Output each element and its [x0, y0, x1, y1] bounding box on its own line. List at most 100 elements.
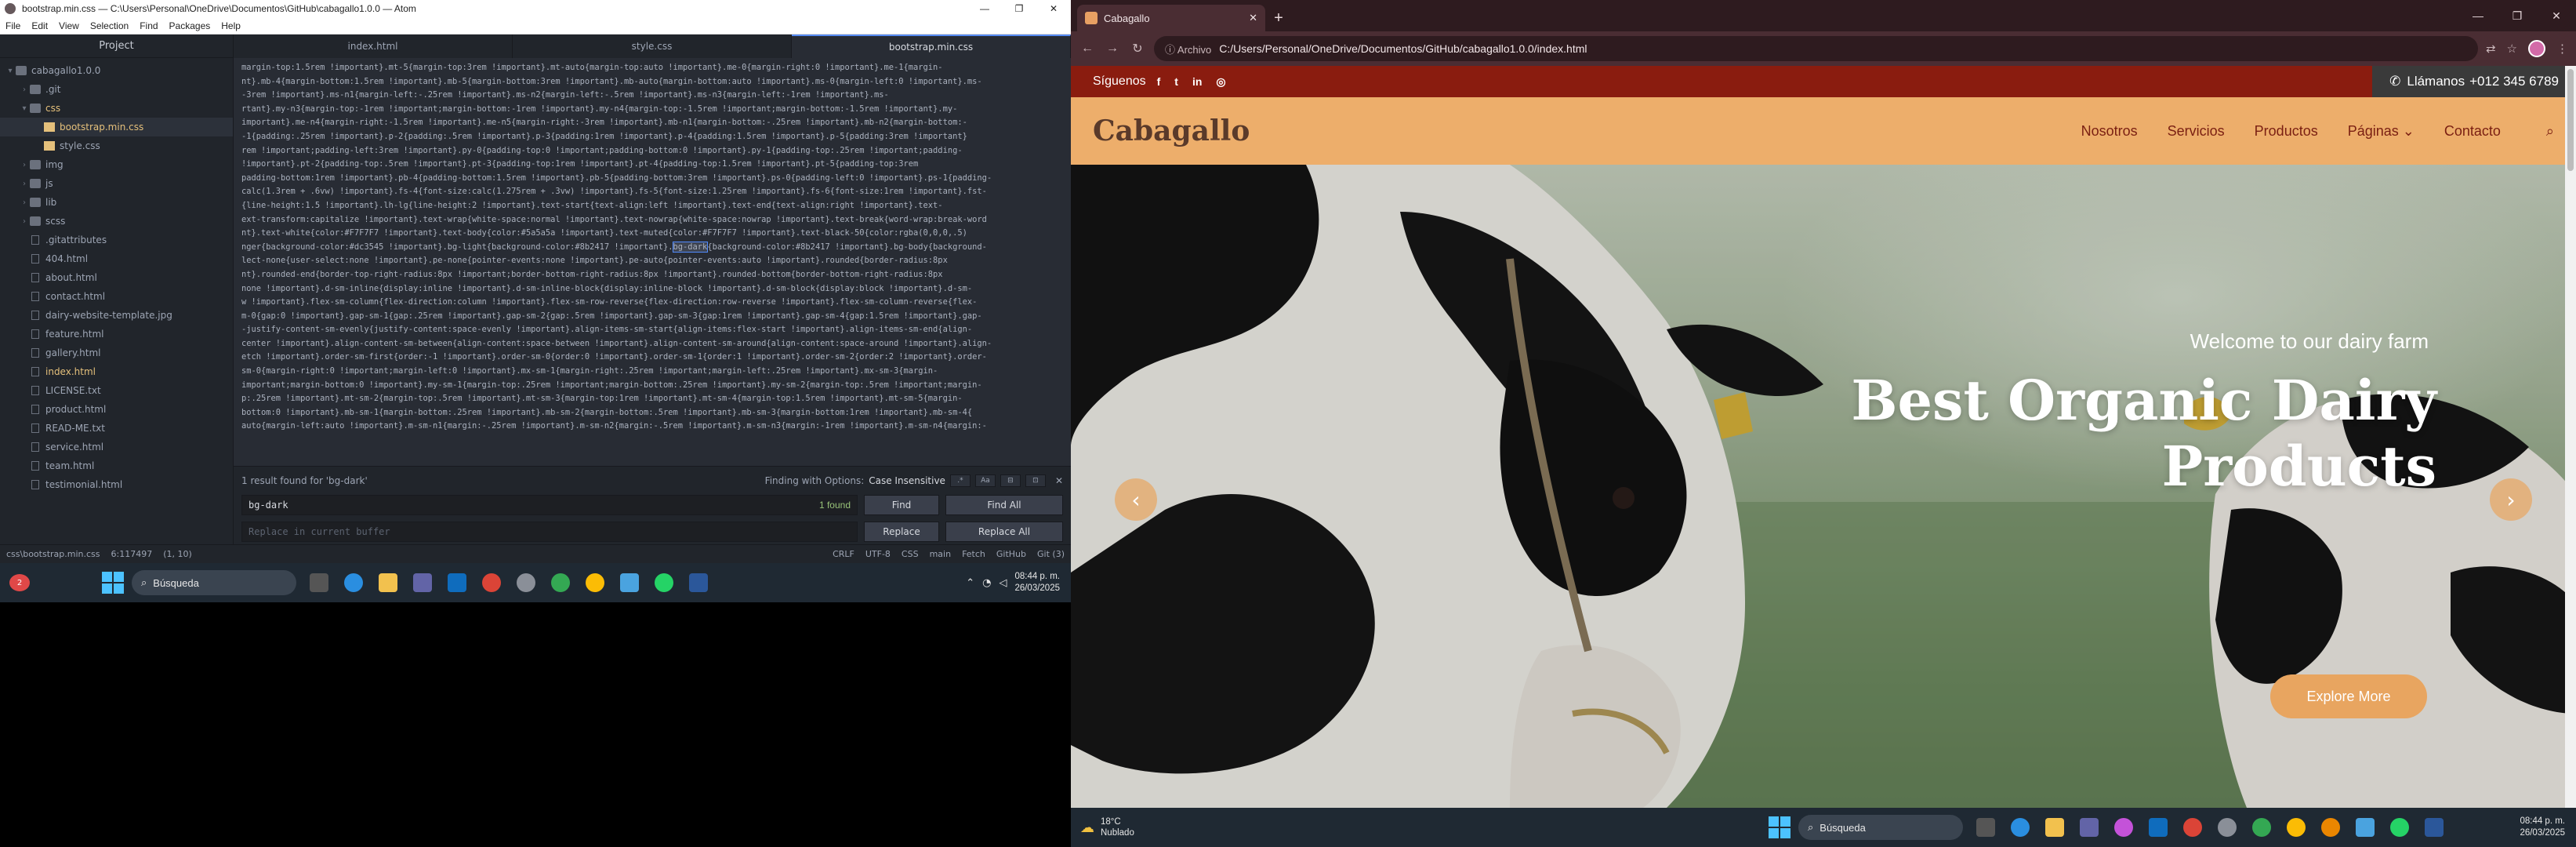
nav-contacto[interactable]: Contacto [2444, 123, 2501, 140]
menu-find[interactable]: Find [134, 20, 163, 31]
code-editor[interactable]: margin-top:1.5rem !important}.mt-5{margi… [234, 58, 1071, 466]
carousel-next-icon[interactable]: › [2490, 478, 2532, 521]
edge-icon[interactable] [339, 568, 368, 598]
menu-help[interactable]: Help [216, 20, 246, 31]
file-explorer-icon[interactable] [373, 568, 403, 598]
bookmark-star-icon[interactable]: ☆ [2507, 42, 2517, 56]
back-icon[interactable]: ← [1079, 42, 1096, 56]
site-search-icon[interactable]: ⌕ [2546, 123, 2554, 140]
chrome-icon[interactable] [2178, 812, 2208, 842]
site-brand[interactable]: Cabagallo [1093, 115, 1250, 147]
status-line-ending[interactable]: CRLF [833, 549, 854, 559]
facebook-icon[interactable]: f [1157, 75, 1161, 89]
tree-file[interactable]: contact.html [0, 287, 233, 306]
word-icon[interactable] [684, 568, 713, 598]
tree-file[interactable]: LICENSE.txt [0, 381, 233, 400]
tree-file[interactable]: team.html [0, 456, 233, 475]
taskbar-search[interactable]: ⌕ Búsqueda [1798, 815, 1963, 840]
windows-start-icon[interactable] [1769, 816, 1791, 838]
status-encoding[interactable]: UTF-8 [865, 549, 891, 559]
teams-icon[interactable] [2074, 812, 2104, 842]
status-fetch[interactable]: Fetch [962, 549, 985, 559]
browser-tab[interactable]: Cabagallo ✕ [1077, 5, 1265, 31]
tab-bootstrap-min-css[interactable]: bootstrap.min.css [792, 35, 1071, 58]
explore-more-button[interactable]: Explore More [2270, 674, 2427, 718]
menu-file[interactable]: File [0, 20, 26, 31]
status-cursor-position[interactable]: 6:117497 [111, 549, 153, 559]
instagram-icon[interactable]: ◎ [1216, 75, 1225, 89]
nav-nosotros[interactable]: Nosotros [2081, 123, 2138, 140]
settings-icon[interactable] [511, 568, 541, 598]
whatsapp-icon[interactable] [2385, 812, 2415, 842]
chrome-profile-icon[interactable] [2247, 812, 2277, 842]
nav-servicios[interactable]: Servicios [2168, 123, 2225, 140]
store-icon[interactable] [2143, 812, 2173, 842]
volume-icon[interactable]: ◁ [999, 577, 1007, 589]
task-view-icon[interactable] [304, 568, 334, 598]
find-input[interactable]: bg-dark 1 found [241, 495, 858, 515]
store-icon[interactable] [442, 568, 472, 598]
tree-folder[interactable]: › scss [0, 212, 233, 231]
word-icon[interactable] [2419, 812, 2449, 842]
tree-file[interactable]: dairy-website-template.jpg [0, 306, 233, 325]
tree-file[interactable]: about.html [0, 268, 233, 287]
status-github[interactable]: GitHub [996, 549, 1026, 559]
status-file-path[interactable]: css\bootstrap.min.css [6, 549, 100, 559]
tray-chevron-icon[interactable]: ⌃ [966, 577, 974, 589]
tree-folder[interactable]: ▾ css [0, 99, 233, 118]
tree-file[interactable]: bootstrap.min.css [0, 118, 233, 136]
find-button[interactable]: Find [864, 495, 939, 515]
site-info-chip[interactable]: ⓘ Archivo [1165, 42, 1211, 56]
find-close-icon[interactable]: ✕ [1055, 475, 1063, 486]
tree-file[interactable]: testimonial.html [0, 475, 233, 494]
menu-packages[interactable]: Packages [164, 20, 216, 31]
forward-icon[interactable]: → [1104, 42, 1121, 56]
chrome-profile-2-icon[interactable] [580, 568, 610, 598]
maximize-button[interactable]: ❐ [1002, 0, 1036, 17]
chrome-profile-3-icon[interactable] [2316, 812, 2346, 842]
taskbar-widget[interactable]: 2 [0, 563, 94, 602]
status-branch[interactable]: main [930, 549, 951, 559]
tree-folder[interactable]: › lib [0, 193, 233, 212]
close-button[interactable]: ✕ [1036, 0, 1071, 17]
weather-widget[interactable]: ☁ 18°C Nublado [1071, 808, 1275, 847]
chrome-profile-2-icon[interactable] [2281, 812, 2311, 842]
tab-index-html[interactable]: index.html [234, 35, 513, 58]
nav-productos[interactable]: Productos [2255, 123, 2318, 140]
taskbar-search[interactable]: ⌕ Búsqueda [132, 570, 296, 595]
status-grammar[interactable]: CSS [902, 549, 919, 559]
reload-icon[interactable]: ↻ [1129, 41, 1146, 56]
in-selection-toggle-icon[interactable]: ⊟ [1000, 474, 1021, 487]
minimize-button[interactable]: — [967, 0, 1002, 17]
replace-button[interactable]: Replace [864, 522, 939, 542]
tree-folder[interactable]: › .git [0, 80, 233, 99]
menu-selection[interactable]: Selection [85, 20, 134, 31]
taskbar-clock[interactable]: 08:44 p. m. 26/03/2025 [1014, 571, 1060, 594]
scrollbar-thumb[interactable] [2567, 69, 2574, 171]
tab-style-css[interactable]: style.css [513, 35, 792, 58]
page-scrollbar[interactable] [2565, 66, 2576, 808]
regex-toggle-icon[interactable]: .* [949, 474, 971, 487]
copilot-icon[interactable] [2109, 812, 2139, 842]
notepad-icon[interactable] [2350, 812, 2380, 842]
settings-icon[interactable] [2212, 812, 2242, 842]
taskbar-clock[interactable]: 08:44 p. m. 26/03/2025 [2520, 816, 2565, 839]
file-explorer-icon[interactable] [2040, 812, 2070, 842]
tree-file[interactable]: product.html [0, 400, 233, 419]
tab-close-icon[interactable]: ✕ [1249, 12, 1257, 24]
browser-minimize-button[interactable]: — [2458, 0, 2498, 31]
replace-all-button[interactable]: Replace All [945, 522, 1063, 542]
menu-view[interactable]: View [53, 20, 85, 31]
carousel-prev-icon[interactable]: ‹ [1115, 478, 1157, 521]
profile-avatar[interactable] [2528, 40, 2545, 57]
tree-file[interactable]: READ-ME.txt [0, 419, 233, 438]
call-box[interactable]: ✆ Llámanos +012 345 6789 [2372, 66, 2576, 97]
task-view-icon[interactable] [1971, 812, 2001, 842]
wifi-icon[interactable]: ◔ [982, 577, 991, 589]
menu-edit[interactable]: Edit [26, 20, 53, 31]
chrome-profile-icon[interactable] [546, 568, 575, 598]
tree-folder[interactable]: ▾ cabagallo1.0.0 [0, 61, 233, 80]
tree-file[interactable]: service.html [0, 438, 233, 456]
translate-icon[interactable]: ⇄ [2486, 42, 2496, 56]
tree-file[interactable]: index.html [0, 362, 233, 381]
